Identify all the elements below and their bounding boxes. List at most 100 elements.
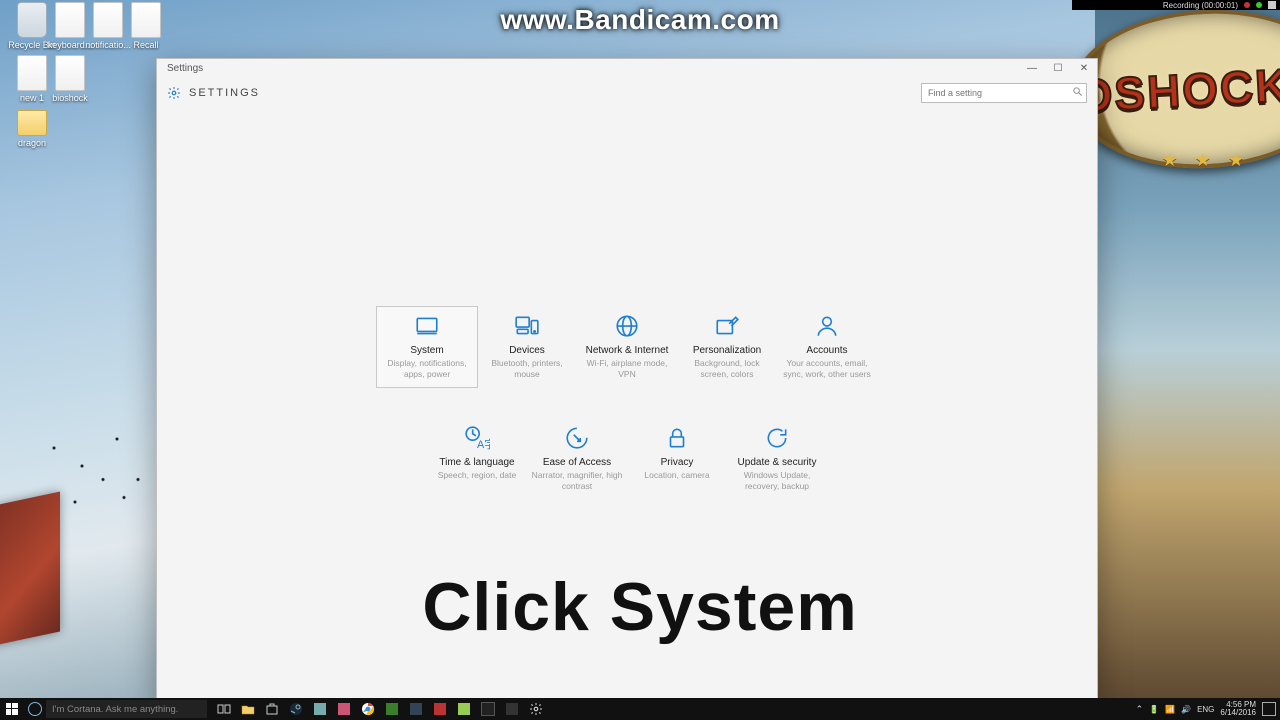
tray-network-icon[interactable]: 📶 [1165, 705, 1175, 714]
category-title: Accounts [781, 345, 873, 356]
chrome-button[interactable] [361, 702, 375, 716]
category-subtitle: Wi-Fi, airplane mode, VPN [581, 358, 673, 379]
category-title: Personalization [681, 345, 773, 356]
minimize-icon: — [1027, 63, 1037, 74]
category-title: Devices [481, 345, 573, 356]
tray-language[interactable]: ENG [1197, 705, 1214, 714]
tray-icon[interactable]: 🔋 [1149, 705, 1159, 714]
taskbar-app-icon[interactable] [457, 702, 471, 716]
svg-text:A字: A字 [477, 437, 490, 451]
maximize-icon: ☐ [1054, 63, 1063, 74]
window-maximize-button[interactable]: ☐ [1045, 59, 1071, 77]
category-personalization[interactable]: Personalization Background, lock screen,… [677, 307, 777, 387]
category-title: System [381, 345, 473, 356]
devices-icon [514, 313, 540, 339]
window-minimize-button[interactable]: — [1019, 59, 1045, 77]
settings-taskbar-button[interactable] [529, 702, 543, 716]
folder-icon [17, 110, 47, 136]
cortana-search[interactable]: I'm Cortana. Ask me anything. [46, 700, 207, 718]
category-subtitle: Bluetooth, printers, mouse [481, 358, 573, 379]
taskbar-app-icon[interactable] [481, 702, 495, 716]
wallpaper-right-art: IOSHOCK ★ ★ ★ [1095, 0, 1280, 700]
desktop-icon[interactable]: Recall [116, 2, 176, 50]
category-title: Privacy [631, 457, 723, 468]
store-button[interactable] [265, 702, 279, 716]
desktop-icon-label: Recall [116, 40, 176, 50]
category-subtitle: Background, lock screen, colors [681, 358, 773, 379]
category-system[interactable]: System Display, notifications, apps, pow… [376, 306, 478, 388]
person-icon [814, 313, 840, 339]
recorder-bar: Recording (00:00:01) [1072, 0, 1280, 10]
file-icon [131, 2, 161, 38]
steam-button[interactable] [289, 702, 303, 716]
window-titlebar[interactable]: Settings — ☐ ✕ [157, 59, 1097, 77]
task-view-button[interactable] [217, 702, 231, 716]
recorder-dot-green-icon [1256, 2, 1262, 8]
desktop-icon[interactable]: bioshock [40, 55, 100, 103]
ease-of-access-icon [564, 425, 590, 451]
file-explorer-button[interactable] [241, 702, 255, 716]
category-subtitle: Narrator, magnifier, high contrast [531, 470, 623, 491]
desktop-icon[interactable]: dragon [2, 100, 62, 148]
category-subtitle: Your accounts, email, sync, work, other … [781, 358, 873, 379]
recorder-dot-red-icon [1244, 2, 1250, 8]
taskbar: I'm Cortana. Ask me anything. ⌃ 🔋 📶 🔊 EN… [0, 698, 1280, 720]
taskbar-app-icon[interactable] [409, 702, 423, 716]
file-icon [55, 55, 85, 91]
category-title: Update & security [731, 457, 823, 468]
taskbar-app-icon[interactable] [433, 702, 447, 716]
settings-categories-row1: System Display, notifications, apps, pow… [157, 307, 1097, 387]
taskbar-app-icon[interactable] [313, 702, 327, 716]
settings-header-row: SETTINGS [157, 77, 1097, 107]
desktop-icon-label: dragon [2, 138, 62, 148]
cortana-placeholder: I'm Cortana. Ask me anything. [52, 704, 178, 715]
taskbar-pinned-apps [217, 702, 543, 716]
category-update-security[interactable]: Update & security Windows Update, recove… [727, 419, 827, 499]
wallpaper-stars: ★ ★ ★ [1162, 150, 1250, 171]
recorder-status: Recording (00:00:01) [1163, 1, 1238, 10]
category-ease-of-access[interactable]: Ease of Access Narrator, magnifier, high… [527, 419, 627, 499]
start-button[interactable] [0, 698, 24, 720]
system-icon [414, 313, 440, 339]
gear-icon [167, 86, 181, 100]
update-icon [764, 425, 790, 451]
category-title: Time & language [431, 457, 523, 468]
search-input[interactable] [921, 83, 1087, 103]
tray-clock[interactable]: 4:56 PM 6/14/2016 [1220, 701, 1256, 717]
category-devices[interactable]: Devices Bluetooth, printers, mouse [477, 307, 577, 387]
category-subtitle: Speech, region, date [431, 470, 523, 481]
tray-volume-icon[interactable]: 🔊 [1181, 705, 1191, 714]
window-close-button[interactable]: ✕ [1071, 59, 1097, 77]
recorder-square-icon [1268, 1, 1276, 9]
category-subtitle: Display, notifications, apps, power [381, 358, 473, 379]
cortana-icon[interactable] [24, 698, 46, 720]
wallpaper-game-logo-text: IOSHOCK [1068, 58, 1280, 124]
window-title: Settings [167, 63, 203, 74]
category-accounts[interactable]: Accounts Your accounts, email, sync, wor… [777, 307, 877, 387]
settings-header: SETTINGS [189, 87, 260, 99]
search-icon [1072, 86, 1083, 100]
settings-categories-row2: A字 Time & language Speech, region, date … [157, 419, 1097, 499]
bandicam-watermark: www.Bandicam.com [500, 4, 779, 36]
category-subtitle: Windows Update, recovery, backup [731, 470, 823, 491]
tray-date: 6/14/2016 [1220, 709, 1256, 717]
category-privacy[interactable]: Privacy Location, camera [627, 419, 727, 499]
lock-icon [664, 425, 690, 451]
system-tray: ⌃ 🔋 📶 🔊 ENG 4:56 PM 6/14/2016 [1136, 701, 1280, 717]
taskbar-app-icon[interactable] [385, 702, 399, 716]
time-language-icon: A字 [464, 425, 490, 451]
tray-chevron-up-icon[interactable]: ⌃ [1136, 704, 1144, 715]
taskbar-app-icon[interactable] [337, 702, 351, 716]
category-title: Network & Internet [581, 345, 673, 356]
personalization-icon [714, 313, 740, 339]
taskbar-app-icon[interactable] [505, 702, 519, 716]
category-network[interactable]: Network & Internet Wi-Fi, airplane mode,… [577, 307, 677, 387]
category-time-language[interactable]: A字 Time & language Speech, region, date [427, 419, 527, 499]
category-subtitle: Location, camera [631, 470, 723, 481]
action-center-button[interactable] [1262, 702, 1276, 716]
instruction-overlay: Click System [422, 568, 857, 646]
close-icon: ✕ [1080, 63, 1088, 74]
globe-icon [614, 313, 640, 339]
category-title: Ease of Access [531, 457, 623, 468]
windows-logo-icon [6, 703, 18, 715]
